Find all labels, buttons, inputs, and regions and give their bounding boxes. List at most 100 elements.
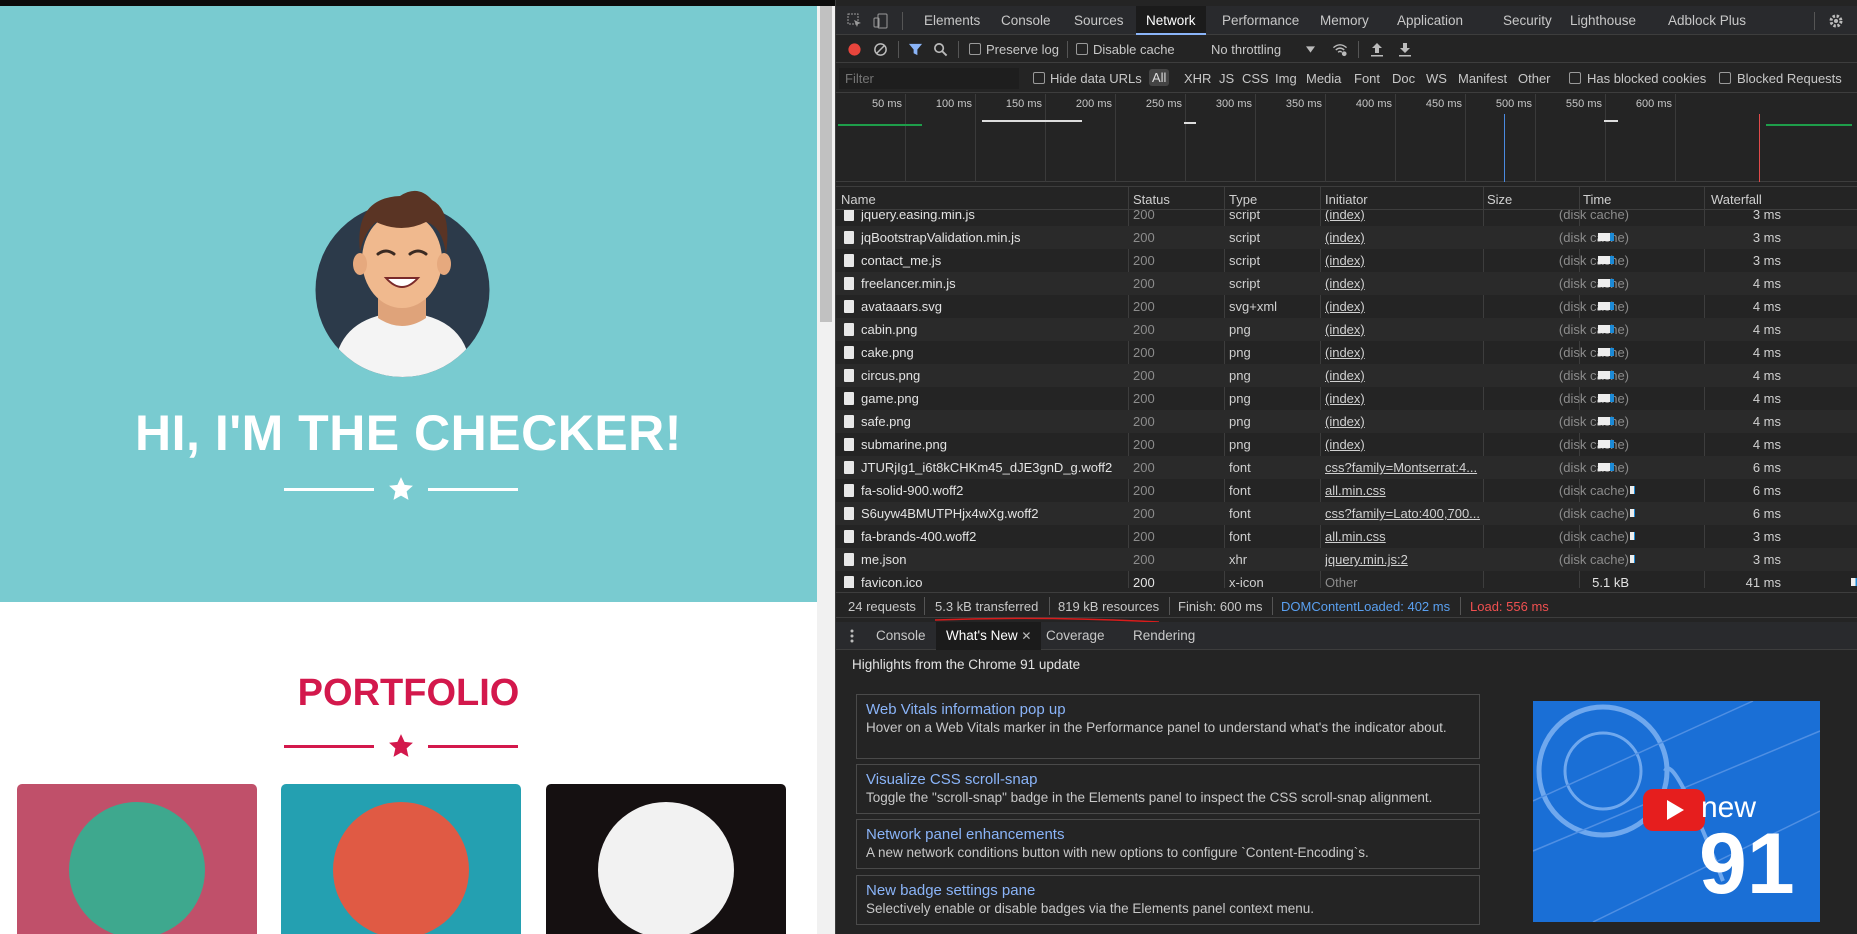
filter-type-img[interactable]: Img [1275,71,1297,86]
gear-icon[interactable] [1828,13,1844,29]
drawer-tab-console[interactable]: Console [876,628,926,643]
tab-lighthouse[interactable]: Lighthouse [1570,13,1636,35]
whats-new-card[interactable]: Web Vitals information pop up Hover on a… [856,694,1480,759]
request-row[interactable]: favicon.ico 200 x-icon Other 5.1 kB 41 ms [836,571,1857,588]
filter-type-font[interactable]: Font [1354,71,1380,86]
request-initiator[interactable]: (index) [1325,322,1485,337]
tab-console[interactable]: Console [1001,13,1051,35]
tab-elements[interactable]: Elements [924,13,980,35]
filter-type-media[interactable]: Media [1306,71,1341,86]
request-row[interactable]: cabin.png 200 png (index) (disk cache) 4 ms [836,318,1857,341]
column-type[interactable]: Type [1229,192,1257,207]
request-row[interactable]: safe.png 200 png (index) (disk cache) 4 ms [836,410,1857,433]
network-conditions-icon[interactable] [1332,42,1348,57]
clear-icon[interactable] [873,42,888,57]
more-menu-icon[interactable] [850,629,854,643]
chevron-down-icon[interactable] [1306,46,1315,53]
request-row[interactable]: fa-brands-400.woff2 200 font all.min.css (di… [836,525,1857,548]
request-row[interactable]: game.png 200 png (index) (disk cache) 4 ms [836,387,1857,410]
download-icon[interactable] [1398,42,1412,57]
whats-new-card[interactable]: New badge settings pane Selectively enab… [856,875,1480,925]
request-initiator[interactable]: (index) [1325,437,1485,452]
request-initiator[interactable]: (index) [1325,391,1485,406]
card-title[interactable]: Visualize CSS scroll-snap [866,771,1470,788]
request-row[interactable]: me.json 200 xhr jquery.min.js:2 (disk cache)… [836,548,1857,571]
request-row[interactable]: fa-solid-900.woff2 200 font all.min.css (dis… [836,479,1857,502]
portfolio-card-cabin[interactable] [17,784,257,934]
column-initiator[interactable]: Initiator [1325,192,1368,207]
drawer-tab-whats-new[interactable]: What's New ✕ [936,622,1042,650]
filter-type-other[interactable]: Other [1518,71,1551,86]
tab-adblock-plus[interactable]: Adblock Plus [1668,13,1746,35]
filter-type-manifest[interactable]: Manifest [1458,71,1507,86]
request-row[interactable]: contact_me.js 200 script (index) (disk cache… [836,249,1857,272]
request-initiator[interactable]: css?family=Montserrat:4... [1325,460,1485,475]
tab-sources[interactable]: Sources [1074,13,1124,35]
filter-type-ws[interactable]: WS [1426,71,1447,86]
hide-data-urls-checkbox[interactable] [1033,72,1045,84]
play-button-icon[interactable] [1643,789,1705,831]
request-initiator[interactable]: css?family=Lato:400,700... [1325,506,1485,521]
network-overview-timeline[interactable]: 50 ms 100 ms 150 ms 200 ms 250 ms 300 ms 350 m… [836,94,1857,182]
throttling-select[interactable]: No throttling [1211,42,1281,57]
request-initiator[interactable]: (index) [1325,368,1485,383]
whats-new-card[interactable]: Network panel enhancements A new network… [856,819,1480,869]
whats-new-card[interactable]: Visualize CSS scroll-snap Toggle the "sc… [856,764,1480,814]
column-status[interactable]: Status [1133,192,1170,207]
search-icon[interactable] [933,42,948,57]
disable-cache-checkbox[interactable] [1076,43,1088,55]
has-blocked-cookies-checkbox[interactable] [1569,72,1581,84]
request-initiator[interactable]: (index) [1325,299,1485,314]
close-icon[interactable]: ✕ [1021,629,1031,643]
request-initiator[interactable]: (index) [1325,210,1485,222]
filter-type-xhr[interactable]: XHR [1184,71,1211,86]
filter-input[interactable] [839,68,1019,89]
chrome-91-video-thumbnail[interactable]: new 91 [1533,701,1820,922]
request-row[interactable]: avataaars.svg 200 svg+xml (index) (disk cach… [836,295,1857,318]
request-row[interactable]: S6uyw4BMUTPHjx4wXg.woff2 200 font css?famil… [836,502,1857,525]
column-time[interactable]: Time [1583,192,1611,207]
device-toolbar-icon[interactable] [873,13,889,29]
request-row[interactable]: cake.png 200 png (index) (disk cache) 4 ms [836,341,1857,364]
column-waterfall[interactable]: Waterfall [1711,192,1762,207]
request-initiator[interactable]: all.min.css [1325,529,1485,544]
request-row[interactable]: jqBootstrapValidation.min.js 200 script (in… [836,226,1857,249]
request-row[interactable]: jquery.easing.min.js 200 script (index) (dis… [836,210,1857,226]
card-title[interactable]: Network panel enhancements [866,826,1470,843]
record-icon[interactable] [847,42,862,57]
request-initiator[interactable]: (index) [1325,276,1485,291]
tab-network[interactable]: Network [1136,6,1206,35]
column-name[interactable]: Name [841,192,876,207]
request-initiator[interactable]: all.min.css [1325,483,1485,498]
filter-type-css[interactable]: CSS [1242,71,1269,86]
inspect-element-icon[interactable] [847,13,863,29]
portfolio-card-cake[interactable] [281,784,521,934]
upload-icon[interactable] [1370,42,1384,57]
request-row[interactable]: JTURjIg1_i6t8kCHKm45_dJE3gnD_g.woff2 200 f… [836,456,1857,479]
portfolio-card-circus[interactable] [546,784,786,934]
request-row[interactable]: submarine.png 200 png (index) (disk cache) 4 … [836,433,1857,456]
request-initiator[interactable]: jquery.min.js:2 [1325,552,1485,567]
blocked-requests-checkbox[interactable] [1719,72,1731,84]
tab-performance[interactable]: Performance [1222,13,1299,35]
filter-icon[interactable] [908,42,923,57]
request-row[interactable]: circus.png 200 png (index) (disk cache) 4 ms [836,364,1857,387]
filter-type-doc[interactable]: Doc [1392,71,1415,86]
request-initiator[interactable]: (index) [1325,230,1485,245]
drawer-tab-rendering[interactable]: Rendering [1133,628,1195,643]
filter-type-js[interactable]: JS [1219,71,1234,86]
card-title[interactable]: New badge settings pane [866,882,1470,899]
request-initiator[interactable]: (index) [1325,345,1485,360]
request-initiator[interactable]: (index) [1325,414,1485,429]
tab-security[interactable]: Security [1503,13,1552,35]
request-row[interactable]: freelancer.min.js 200 script (index) (disk c… [836,272,1857,295]
preserve-log-checkbox[interactable] [969,43,981,55]
page-scrollbar[interactable] [817,6,835,934]
column-size[interactable]: Size [1487,192,1512,207]
filter-type-all[interactable]: All [1149,69,1170,86]
tab-application[interactable]: Application [1397,13,1463,35]
drawer-tab-coverage[interactable]: Coverage [1046,628,1105,643]
card-title[interactable]: Web Vitals information pop up [866,701,1470,718]
request-initiator[interactable]: (index) [1325,253,1485,268]
tab-memory[interactable]: Memory [1320,13,1369,35]
